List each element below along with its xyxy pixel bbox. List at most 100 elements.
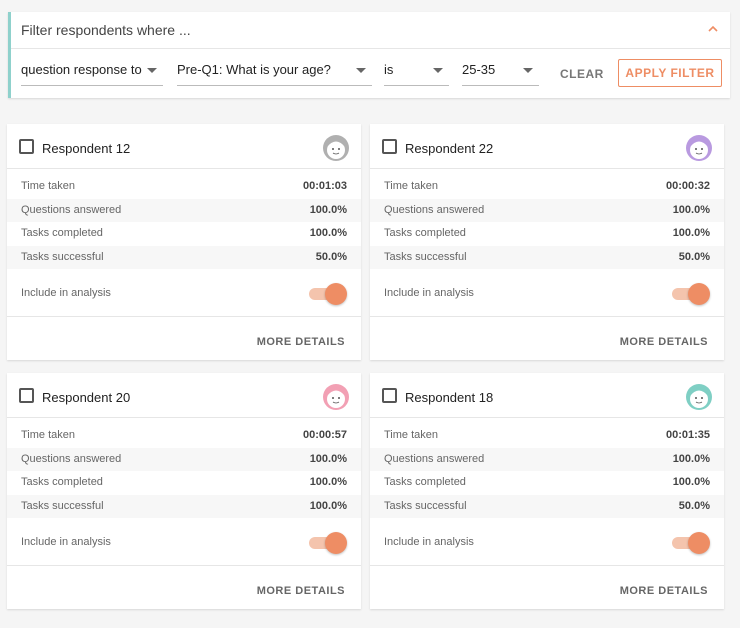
respondent-name: Respondent 12 bbox=[42, 141, 131, 156]
stat-label: Questions answered bbox=[384, 203, 485, 216]
filter-question-value: Pre-Q1: What is your age? bbox=[177, 62, 331, 77]
caret-down-icon bbox=[147, 68, 157, 73]
include-toggle[interactable] bbox=[309, 283, 347, 305]
include-row: Include in analysis bbox=[7, 518, 361, 566]
stat-row-successful: Tasks successful 50.0% bbox=[370, 245, 724, 269]
card-header: Respondent 12 bbox=[7, 124, 361, 169]
filter-field-select[interactable]: question response to bbox=[21, 56, 163, 86]
stat-value: 100.0% bbox=[309, 227, 347, 239]
stat-label: Tasks successful bbox=[384, 250, 467, 263]
avatar-icon bbox=[686, 384, 712, 410]
stat-row-questions: Questions answered 100.0% bbox=[7, 198, 361, 222]
stat-value: 100.0% bbox=[672, 203, 710, 216]
stat-value: 100.0% bbox=[672, 452, 710, 465]
caret-down-icon bbox=[356, 68, 366, 73]
stat-row-completed: Tasks completed 100.0% bbox=[370, 471, 724, 495]
stat-value: 100.0% bbox=[309, 203, 347, 216]
filter-panel: Filter respondents where ... question re… bbox=[8, 12, 730, 98]
select-checkbox[interactable] bbox=[19, 388, 34, 403]
caret-down-icon bbox=[433, 68, 443, 73]
stat-label: Tasks completed bbox=[384, 227, 466, 239]
clear-button[interactable]: CLEAR bbox=[560, 67, 604, 81]
stat-label: Time taken bbox=[21, 180, 76, 192]
filter-field-value: question response to bbox=[21, 62, 142, 77]
stat-value: 00:00:32 bbox=[665, 180, 710, 192]
respondent-name: Respondent 18 bbox=[405, 390, 494, 405]
more-details-button[interactable]: MORE DETAILS bbox=[257, 336, 345, 348]
stat-row-completed: Tasks completed 100.0% bbox=[370, 222, 724, 246]
select-checkbox[interactable] bbox=[382, 388, 397, 403]
stat-row-questions: Questions answered 100.0% bbox=[7, 447, 361, 471]
stat-value: 00:01:03 bbox=[302, 180, 347, 192]
respondent-card: Respondent 18 Time taken 00:01:35 Questi… bbox=[370, 373, 724, 609]
card-header: Respondent 18 bbox=[370, 373, 724, 418]
stat-row-time: Time taken 00:00:57 bbox=[7, 424, 361, 448]
stat-row-successful: Tasks successful 50.0% bbox=[370, 494, 724, 518]
filter-question-select[interactable]: Pre-Q1: What is your age? bbox=[177, 56, 372, 86]
caret-down-icon bbox=[523, 68, 533, 73]
respondent-card: Respondent 12 Time taken 00:01:03 Questi… bbox=[7, 124, 361, 360]
more-details-button[interactable]: MORE DETAILS bbox=[257, 585, 345, 597]
filter-operator-select[interactable]: is bbox=[384, 56, 449, 86]
include-toggle[interactable] bbox=[672, 532, 710, 554]
include-label: Include in analysis bbox=[21, 287, 111, 299]
stat-row-time: Time taken 00:00:32 bbox=[370, 175, 724, 199]
avatar-icon bbox=[323, 384, 349, 410]
stats-list: Time taken 00:00:32 Questions answered 1… bbox=[370, 169, 724, 269]
include-row: Include in analysis bbox=[370, 269, 724, 317]
include-toggle[interactable] bbox=[672, 283, 710, 305]
stat-label: Time taken bbox=[384, 429, 439, 441]
respondent-card: Respondent 20 Time taken 00:00:57 Questi… bbox=[7, 373, 361, 609]
more-details-button[interactable]: MORE DETAILS bbox=[620, 336, 708, 348]
select-checkbox[interactable] bbox=[382, 139, 397, 154]
stat-label: Tasks successful bbox=[21, 250, 104, 263]
stat-row-completed: Tasks completed 100.0% bbox=[7, 471, 361, 495]
include-toggle[interactable] bbox=[309, 532, 347, 554]
filter-value-value: 25-35 bbox=[462, 62, 496, 77]
include-row: Include in analysis bbox=[7, 269, 361, 317]
stat-label: Questions answered bbox=[21, 203, 122, 216]
stat-row-successful: Tasks successful 50.0% bbox=[7, 245, 361, 269]
card-header: Respondent 22 bbox=[370, 124, 724, 169]
filter-operator-value: is bbox=[384, 62, 394, 77]
apply-filter-button[interactable]: APPLY FILTER bbox=[618, 59, 722, 87]
avatar-icon bbox=[686, 135, 712, 161]
toggle-knob bbox=[688, 283, 710, 305]
stat-value: 100.0% bbox=[309, 476, 347, 488]
filter-value-select[interactable]: 25-35 bbox=[462, 56, 539, 86]
stat-row-time: Time taken 00:01:35 bbox=[370, 424, 724, 448]
stat-row-successful: Tasks successful 100.0% bbox=[7, 494, 361, 518]
toggle-knob bbox=[325, 283, 347, 305]
stat-row-questions: Questions answered 100.0% bbox=[370, 198, 724, 222]
stat-value: 50.0% bbox=[678, 250, 710, 263]
stat-label: Tasks successful bbox=[21, 499, 104, 512]
stat-row-questions: Questions answered 100.0% bbox=[370, 447, 724, 471]
stat-value: 50.0% bbox=[678, 499, 710, 512]
stat-label: Tasks completed bbox=[21, 227, 103, 239]
stat-label: Time taken bbox=[21, 429, 76, 441]
stat-label: Tasks successful bbox=[384, 499, 467, 512]
include-label: Include in analysis bbox=[384, 287, 474, 299]
more-details-button[interactable]: MORE DETAILS bbox=[620, 585, 708, 597]
include-label: Include in analysis bbox=[21, 536, 111, 548]
stat-value: 100.0% bbox=[672, 476, 710, 488]
stats-list: Time taken 00:01:03 Questions answered 1… bbox=[7, 169, 361, 269]
stats-list: Time taken 00:01:35 Questions answered 1… bbox=[370, 418, 724, 518]
avatar-icon bbox=[323, 135, 349, 161]
include-label: Include in analysis bbox=[384, 536, 474, 548]
filter-row: question response to Pre-Q1: What is you… bbox=[11, 49, 730, 97]
filter-header[interactable]: Filter respondents where ... bbox=[11, 12, 730, 49]
stat-label: Questions answered bbox=[384, 452, 485, 465]
stat-value: 50.0% bbox=[315, 250, 347, 263]
select-checkbox[interactable] bbox=[19, 139, 34, 154]
stat-value: 100.0% bbox=[309, 452, 347, 465]
stat-value: 00:00:57 bbox=[302, 429, 347, 441]
toggle-knob bbox=[325, 532, 347, 554]
stat-value: 100.0% bbox=[672, 227, 710, 239]
stat-value: 100.0% bbox=[309, 499, 347, 512]
respondent-card: Respondent 22 Time taken 00:00:32 Questi… bbox=[370, 124, 724, 360]
card-header: Respondent 20 bbox=[7, 373, 361, 418]
stats-list: Time taken 00:00:57 Questions answered 1… bbox=[7, 418, 361, 518]
stat-row-time: Time taken 00:01:03 bbox=[7, 175, 361, 199]
chevron-up-icon[interactable] bbox=[708, 24, 718, 34]
